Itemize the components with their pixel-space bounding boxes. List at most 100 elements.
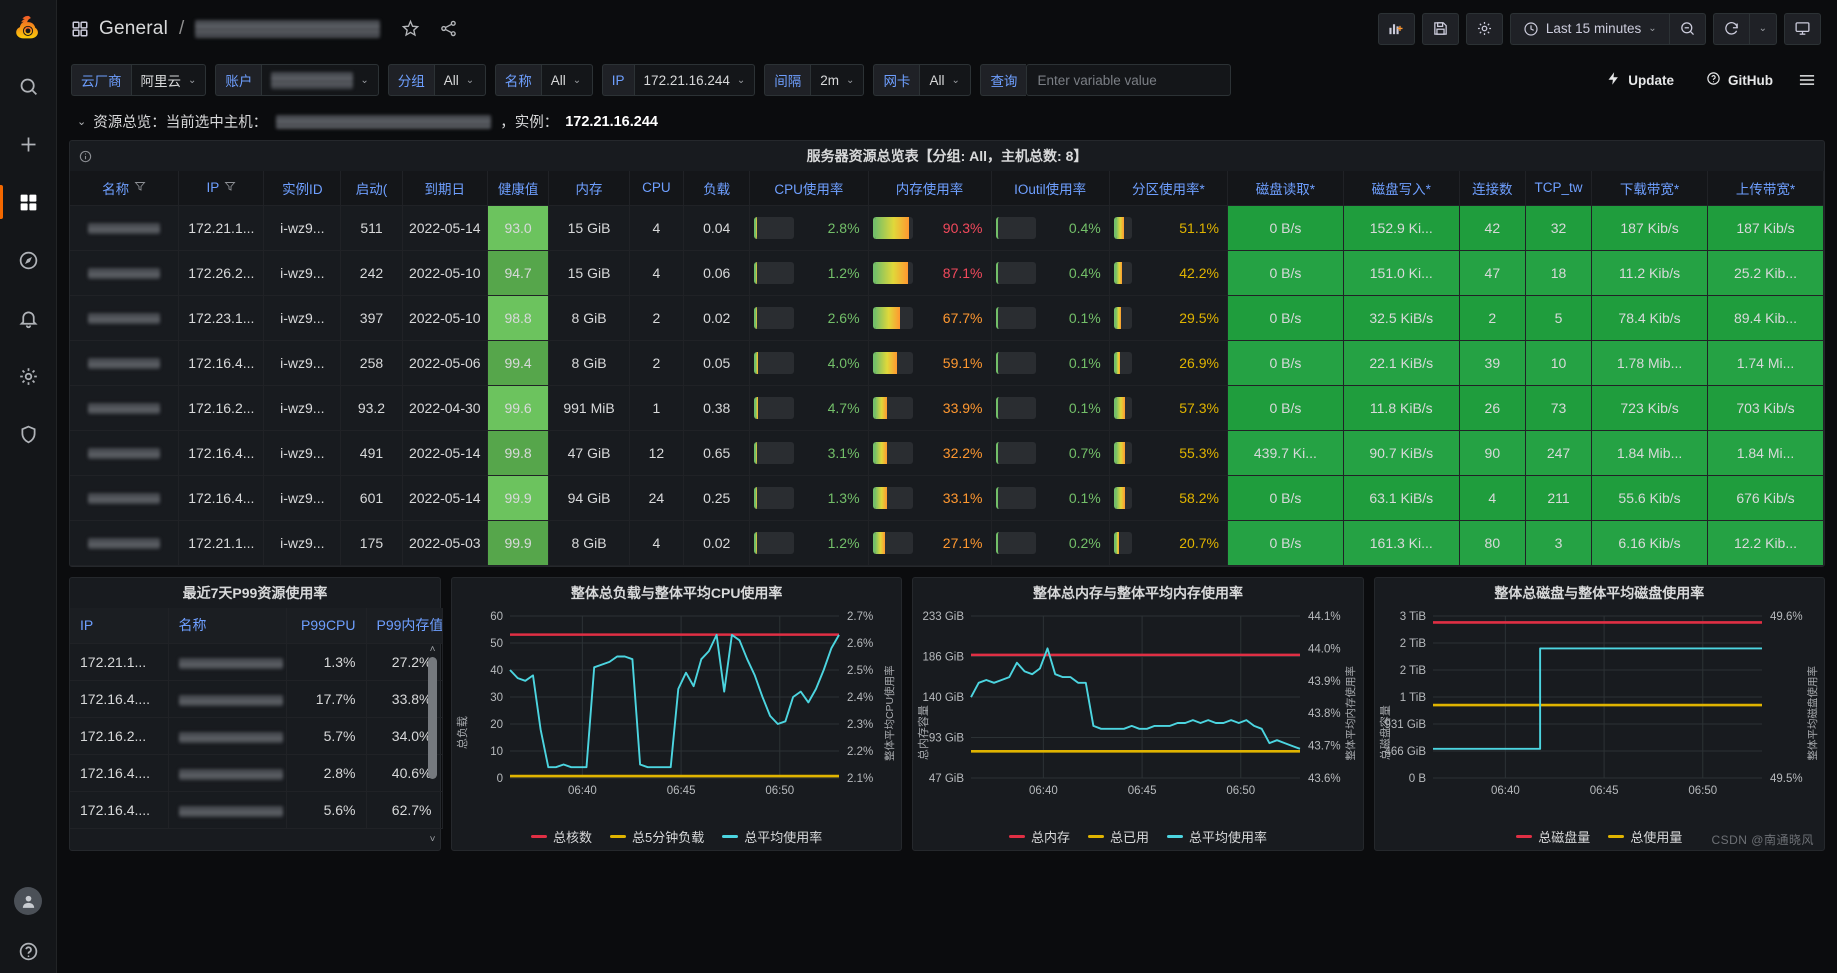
info-icon[interactable] <box>78 149 92 163</box>
help-icon[interactable] <box>0 929 57 973</box>
column-header[interactable]: 内存使用率 <box>868 171 992 206</box>
column-header[interactable]: 分区使用率* <box>1109 171 1228 206</box>
column-header[interactable]: 磁盘写入* <box>1343 171 1460 206</box>
p99-table-row[interactable]: 172.16.4.... 17.7% 33.8% <box>70 680 443 718</box>
table-row[interactable]: 172.16.4... i-wz9... 258 2022-05-06 99.4 8 Gi… <box>70 340 1824 386</box>
column-header[interactable]: 磁盘读取* <box>1227 171 1344 206</box>
variable-value[interactable]: All ⌄ <box>919 64 972 96</box>
table-row[interactable]: 172.23.1... i-wz9... 397 2022-05-10 98.8 8 Gi… <box>70 295 1824 341</box>
p99-column-header[interactable]: IP <box>70 607 169 644</box>
chart-body[interactable]: 47 GiB 93 GiB 140 GiB 186 GiB 233 GiB 43.6% 43… <box>913 608 1362 850</box>
breadcrumb-folder[interactable]: General <box>99 18 168 40</box>
legend-item[interactable]: 总平均使用率 <box>722 827 822 846</box>
p99-table-row[interactable]: 172.21.1... 1.3% 27.2% <box>70 643 443 681</box>
p99-column-header[interactable]: P99内存值 <box>366 607 443 644</box>
timeseries-chart[interactable]: 0 B466 GiB931 GiB1 TiB2 TiB2 TiB3 TiB49.… <box>1375 608 1824 822</box>
p99-column-header[interactable]: P99CPU <box>286 607 367 644</box>
filter-icon[interactable] <box>224 180 236 195</box>
column-header[interactable]: 负载 <box>683 171 751 206</box>
shield-icon[interactable] <box>0 405 57 463</box>
p99-table-row[interactable]: 172.16.4.... 2.8% 40.6% <box>70 754 443 792</box>
gear-icon[interactable] <box>0 347 57 405</box>
filter-icon[interactable] <box>134 180 146 195</box>
variable-value[interactable]: All ⌄ <box>433 64 486 96</box>
dashboard-settings-gear-icon[interactable] <box>1465 12 1503 45</box>
refresh-icon[interactable] <box>1712 12 1749 45</box>
bell-icon[interactable] <box>0 289 57 347</box>
legend-item[interactable]: 总使用量 <box>1608 827 1682 846</box>
column-header[interactable]: 健康值 <box>487 171 550 206</box>
share-icon[interactable] <box>434 15 462 43</box>
update-button[interactable]: Update <box>1594 64 1686 96</box>
refresh-interval-dropdown[interactable]: ⌄ <box>1748 12 1777 45</box>
column-header[interactable]: IP <box>178 171 265 206</box>
table-row[interactable]: 172.21.1... i-wz9... 175 2022-05-03 99.9 8 Gi… <box>70 520 1824 566</box>
chart-body[interactable]: 0 10 20 30 40 50 60 2.1% 2.2% 2.3% 2.4% 2.5% 2.6% 2.7… <box>452 608 901 850</box>
legend-item[interactable]: 总核数 <box>531 827 592 846</box>
chevron-up-icon[interactable]: ˄ <box>427 644 438 656</box>
star-icon[interactable] <box>396 15 424 43</box>
column-header[interactable]: 下载带宽* <box>1591 171 1708 206</box>
zoom-out-icon[interactable] <box>1668 12 1706 45</box>
time-range-picker[interactable]: Last 15 minutes ⌄ <box>1509 12 1669 45</box>
column-header[interactable]: 内存 <box>548 171 630 206</box>
grafana-logo-icon[interactable] <box>0 0 57 57</box>
dashboards-icon[interactable] <box>0 173 57 231</box>
search-icon[interactable] <box>0 57 57 115</box>
hamburger-icon[interactable] <box>1793 66 1821 94</box>
table-row[interactable]: 172.16.4... i-wz9... 601 2022-05-14 99.9 94 G… <box>70 475 1824 521</box>
table-row[interactable]: 172.16.2... i-wz9... 93.2 2022-04-30 99.6 991… <box>70 385 1824 431</box>
query-variable-input[interactable] <box>1026 64 1232 96</box>
variable-value[interactable]: All ⌄ <box>540 64 593 96</box>
cell-download-bw: 6.16 Kib/s <box>1591 520 1708 566</box>
legend-item[interactable]: 总平均使用率 <box>1167 827 1267 846</box>
y2-axis-title: 整体平均内存使用率 <box>1344 665 1357 760</box>
column-header[interactable]: 启动( <box>340 171 403 206</box>
dashboard-title-redacted[interactable] <box>195 19 381 38</box>
compass-icon[interactable] <box>0 231 57 289</box>
row-header-resource-overview[interactable]: ⌄ 资源总览：当前选中主机： ，实例： 172.21.16.244 <box>57 103 1837 140</box>
column-header[interactable]: TCP_tw <box>1525 171 1593 206</box>
legend-item[interactable]: 总磁盘量 <box>1516 827 1590 846</box>
column-header[interactable]: IOutil使用率 <box>991 171 1110 206</box>
gauge-value: 42.2% <box>1179 264 1219 281</box>
column-header[interactable]: CPU使用率 <box>749 171 869 206</box>
avatar[interactable] <box>14 887 42 915</box>
table-row[interactable]: 172.21.1... i-wz9... 511 2022-05-14 93.0 15 G… <box>70 205 1824 251</box>
variable-value[interactable]: 172.21.16.244 ⌄ <box>633 64 756 96</box>
column-header[interactable]: 到期日 <box>402 171 488 206</box>
add-panel-icon[interactable] <box>1377 12 1415 45</box>
github-button[interactable]: GitHub <box>1694 64 1785 96</box>
timeseries-chart[interactable]: 0 10 20 30 40 50 60 2.1% 2.2% 2.3% 2.4% 2.5% 2.6% 2.7… <box>452 608 901 822</box>
breadcrumb: General / <box>71 15 462 43</box>
legend-item[interactable]: 总已用 <box>1087 827 1149 846</box>
p99-table-scrollbar[interactable]: ˄ ˅ <box>427 644 438 846</box>
gauge-bar <box>872 396 913 419</box>
x-axis-tick: 06:45 <box>1589 785 1618 797</box>
table-row[interactable]: 172.16.4... i-wz9... 491 2022-05-14 99.8 47 G… <box>70 430 1824 476</box>
plus-icon[interactable] <box>0 115 57 173</box>
kiosk-tv-icon[interactable] <box>1784 12 1821 45</box>
column-header[interactable]: CPU <box>629 171 685 206</box>
save-icon[interactable] <box>1421 12 1459 45</box>
p99-table-row[interactable]: 172.16.4.... 5.6% 62.7% <box>70 791 443 829</box>
variable-value[interactable]: ⌄ <box>261 64 379 96</box>
column-header[interactable]: 连接数 <box>1459 171 1526 206</box>
time-range-label: Last 15 minutes <box>1545 21 1642 36</box>
legend-item[interactable]: 总5分钟负载 <box>610 827 704 846</box>
variable-value[interactable]: 2m ⌄ <box>810 64 865 96</box>
p99-table-row[interactable]: 172.16.2... 5.7% 34.0% <box>70 717 443 755</box>
column-header[interactable]: 名称 <box>70 171 180 206</box>
chart-body[interactable]: 0 B 466 GiB 931 GiB 1 TiB 2 TiB 2 TiB 3 TiB 49.… <box>1375 608 1824 850</box>
p99-column-header[interactable]: 名称 <box>168 607 287 644</box>
table-row[interactable]: 172.26.2... i-wz9... 242 2022-05-10 94.7 15 G… <box>70 250 1824 296</box>
timeseries-chart[interactable]: 47 GiB 93 GiB 140 GiB 186 GiB 233 GiB 43.6% 43… <box>913 608 1362 822</box>
column-header[interactable]: 实例ID <box>263 171 342 206</box>
column-header[interactable]: 上传带宽* <box>1707 171 1824 206</box>
legend-item[interactable]: 总内存 <box>1008 827 1070 846</box>
gauge-bar <box>1113 441 1132 464</box>
scrollbar-thumb[interactable] <box>428 656 437 779</box>
variable-value[interactable]: 阿里云 ⌄ <box>130 64 207 96</box>
cell-p99-cpu: 2.8% <box>286 754 367 792</box>
chevron-down-icon[interactable]: ˅ <box>427 834 438 846</box>
